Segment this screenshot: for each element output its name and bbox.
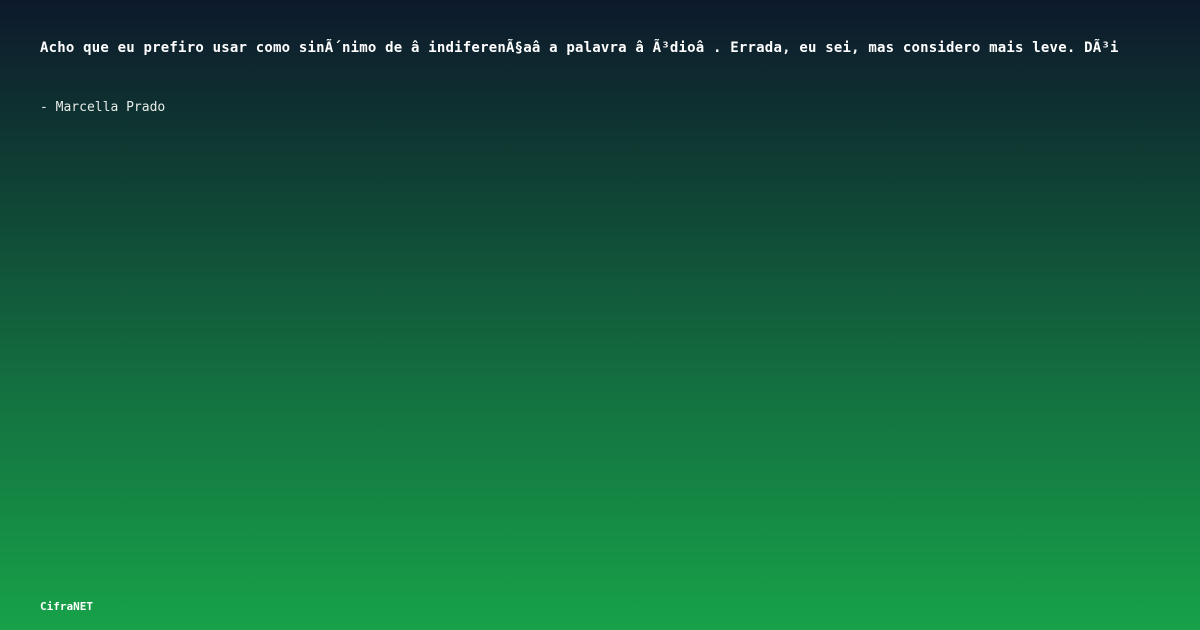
quote-author: - Marcella Prado <box>40 100 166 115</box>
quote-text: Acho que eu prefiro usar como sinÃ´nimo … <box>40 40 1119 56</box>
brand-logo-text: CifraNET <box>40 600 93 613</box>
